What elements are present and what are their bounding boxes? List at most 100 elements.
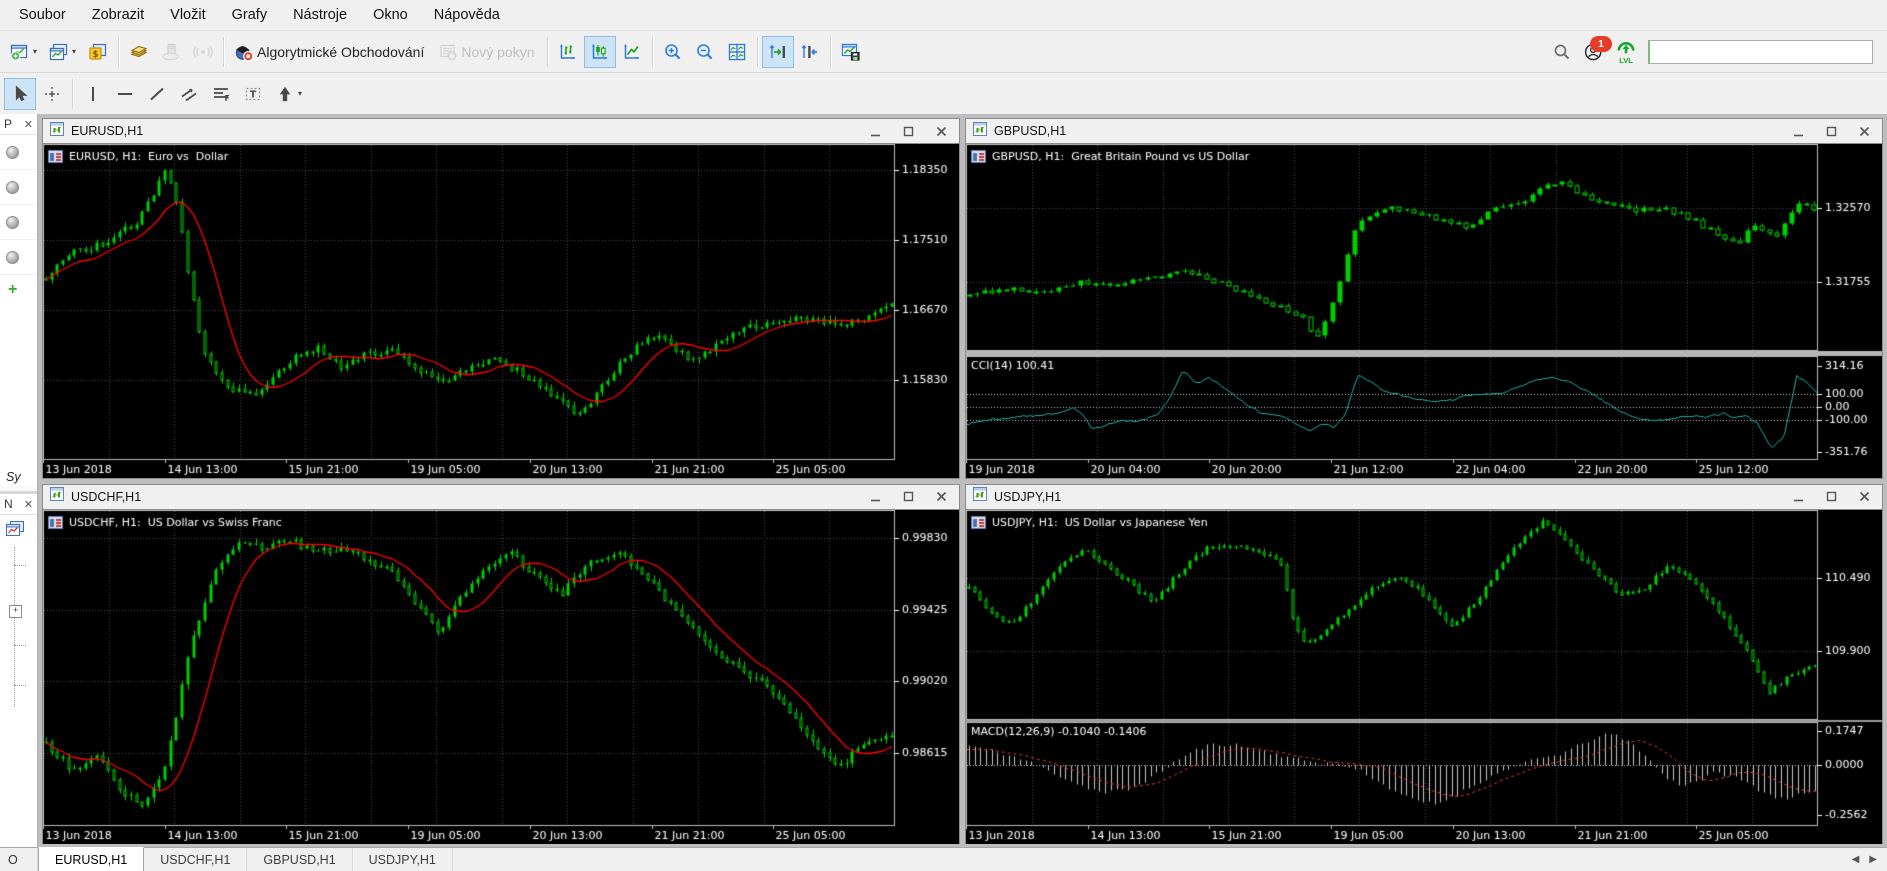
line-chart-button[interactable] bbox=[616, 36, 648, 68]
chart-window-titlebar[interactable]: EURUSD,H1 bbox=[43, 119, 959, 143]
navigator-panel-partial: N ✕ + bbox=[0, 491, 37, 848]
maximize-button[interactable] bbox=[1818, 487, 1845, 507]
profiles-icon bbox=[49, 42, 69, 62]
templates-button[interactable] bbox=[835, 36, 867, 68]
tab-scroll-right-icon[interactable]: ▶ bbox=[1869, 854, 1877, 865]
toolbar-separator bbox=[223, 37, 224, 67]
close-button[interactable] bbox=[1851, 487, 1878, 507]
close-icon[interactable]: ✕ bbox=[24, 498, 33, 511]
zoom-out-button[interactable] bbox=[689, 36, 721, 68]
taskbar-tab-gbpusd[interactable]: GBPUSD,H1 bbox=[247, 848, 352, 871]
virtual-hosting-button bbox=[155, 36, 187, 68]
arrow-tools-icon bbox=[275, 84, 295, 104]
horizontal-line-tool-button[interactable] bbox=[109, 78, 141, 110]
minimize-button[interactable] bbox=[1785, 121, 1812, 141]
arrow-tools-button[interactable]: ▾ bbox=[269, 78, 308, 110]
account-level-indicator[interactable]: LVL bbox=[1610, 36, 1642, 68]
svg-text:T: T bbox=[250, 89, 257, 100]
chart-canvas-usdchf[interactable] bbox=[43, 510, 959, 844]
line-chart-icon bbox=[622, 42, 642, 62]
symbol-list-item[interactable] bbox=[0, 240, 37, 275]
tab-scroll-left-icon[interactable]: ◀ bbox=[1852, 854, 1860, 865]
history-center-button[interactable] bbox=[123, 36, 155, 68]
chart-canvas-eurusd[interactable] bbox=[43, 144, 959, 478]
minimize-button[interactable] bbox=[862, 487, 889, 507]
symbols-tab-partial[interactable]: Sy bbox=[6, 470, 21, 484]
symbol-list-item[interactable] bbox=[0, 205, 37, 240]
chart-canvas-usdjpy[interactable] bbox=[966, 510, 1882, 844]
maximize-button[interactable] bbox=[1818, 121, 1845, 141]
text-tool-button[interactable]: T bbox=[237, 78, 269, 110]
tile-windows-button[interactable] bbox=[721, 36, 753, 68]
chart-window-gbpusd: GBPUSD,H1 bbox=[965, 118, 1883, 479]
symbol-rows bbox=[0, 135, 37, 275]
dropdown-caret-icon[interactable]: ▾ bbox=[72, 48, 76, 56]
close-button[interactable] bbox=[1851, 121, 1878, 141]
chart-workspace: EURUSD,H1 GBPUSD,H1 USDCHF,H1 USDJPY,H1 bbox=[38, 114, 1887, 848]
taskbar-tab-eurusd[interactable]: EURUSD,H1 bbox=[38, 847, 144, 871]
toolbar-separator bbox=[757, 37, 758, 67]
notifications-button[interactable]: 1 bbox=[1578, 36, 1610, 68]
fibonacci-tool-button[interactable]: F bbox=[205, 78, 237, 110]
menu-napoveda[interactable]: Nápověda bbox=[421, 0, 513, 30]
tile-windows-icon bbox=[727, 42, 747, 62]
chart-shift-button[interactable] bbox=[794, 36, 826, 68]
menu-zobrazit[interactable]: Zobrazit bbox=[79, 0, 157, 30]
close-button[interactable] bbox=[928, 121, 955, 141]
chart-window-titlebar[interactable]: USDCHF,H1 bbox=[43, 485, 959, 509]
zoom-in-button[interactable] bbox=[657, 36, 689, 68]
minimize-button[interactable] bbox=[1785, 487, 1812, 507]
vertical-line-tool-button[interactable] bbox=[77, 78, 109, 110]
crosshair-tool-button[interactable] bbox=[36, 78, 68, 110]
minimize-button[interactable] bbox=[862, 121, 889, 141]
chart-canvas-gbpusd[interactable] bbox=[966, 144, 1882, 478]
equidistant-channel-tool-button[interactable] bbox=[173, 78, 205, 110]
toolbar-button-label: Nový pokyn bbox=[461, 44, 536, 60]
symbol-status-icon bbox=[6, 216, 19, 229]
search-button[interactable] bbox=[1546, 36, 1578, 68]
taskbar-tab-usdjpy[interactable]: USDJPY,H1 bbox=[353, 848, 453, 871]
trendline-tool-button[interactable] bbox=[141, 78, 173, 110]
left-docked-panels: P ✕ + Sy N ✕ bbox=[0, 114, 38, 848]
trade-tab-partial[interactable]: O bbox=[0, 848, 38, 871]
text-tool-icon: T bbox=[243, 84, 263, 104]
menu-soubor[interactable]: Soubor bbox=[6, 0, 79, 30]
algo-trading-button[interactable]: Algorytmické Obchodování bbox=[228, 36, 432, 68]
menu-okno[interactable]: Okno bbox=[360, 0, 421, 30]
candles-chart-button[interactable] bbox=[584, 36, 616, 68]
maximize-button[interactable] bbox=[895, 121, 922, 141]
maximize-button[interactable] bbox=[895, 487, 922, 507]
menu-vlozit[interactable]: Vložit bbox=[157, 0, 218, 30]
profiles-button[interactable]: ▾ bbox=[43, 36, 82, 68]
close-button[interactable] bbox=[928, 487, 955, 507]
dropdown-caret-icon[interactable]: ▾ bbox=[298, 90, 302, 98]
toolbar-separator bbox=[72, 79, 73, 109]
new-chart-button[interactable]: ▾ bbox=[4, 36, 43, 68]
equidistant-channel-tool-icon bbox=[179, 84, 199, 104]
market-watch-panel-partial: P ✕ + Sy bbox=[0, 114, 37, 486]
tree-expand-icon[interactable]: + bbox=[9, 605, 22, 618]
symbol-list-item[interactable] bbox=[0, 170, 37, 205]
market-watch-button[interactable]: $ bbox=[82, 36, 114, 68]
close-icon[interactable]: ✕ bbox=[24, 118, 33, 131]
new-order-button: Nový pokyn bbox=[432, 36, 542, 68]
taskbar-tab-usdchf[interactable]: USDCHF,H1 bbox=[144, 848, 247, 871]
chart-window-titlebar[interactable]: GBPUSD,H1 bbox=[966, 119, 1882, 143]
symbol-status-icon bbox=[6, 146, 19, 159]
add-symbol-button[interactable]: + bbox=[0, 275, 37, 299]
bars-chart-button[interactable] bbox=[552, 36, 584, 68]
panel-header: P ✕ bbox=[0, 114, 37, 135]
menu-grafy[interactable]: Grafy bbox=[219, 0, 280, 30]
navigator-root-icon bbox=[5, 520, 37, 541]
symbol-status-icon bbox=[6, 251, 19, 264]
chart-window-titlebar[interactable]: USDJPY,H1 bbox=[966, 485, 1882, 509]
auto-scroll-button[interactable] bbox=[762, 36, 794, 68]
dropdown-caret-icon[interactable]: ▾ bbox=[33, 48, 37, 56]
search-icon bbox=[1552, 42, 1572, 62]
cursor-tool-button[interactable] bbox=[4, 78, 36, 110]
bars-chart-icon bbox=[558, 42, 578, 62]
navigator-tree-partial[interactable]: + bbox=[14, 547, 37, 707]
toolbar-search-input[interactable] bbox=[1648, 40, 1873, 64]
menu-nastroje[interactable]: Nástroje bbox=[280, 0, 360, 30]
symbol-list-item[interactable] bbox=[0, 135, 37, 170]
